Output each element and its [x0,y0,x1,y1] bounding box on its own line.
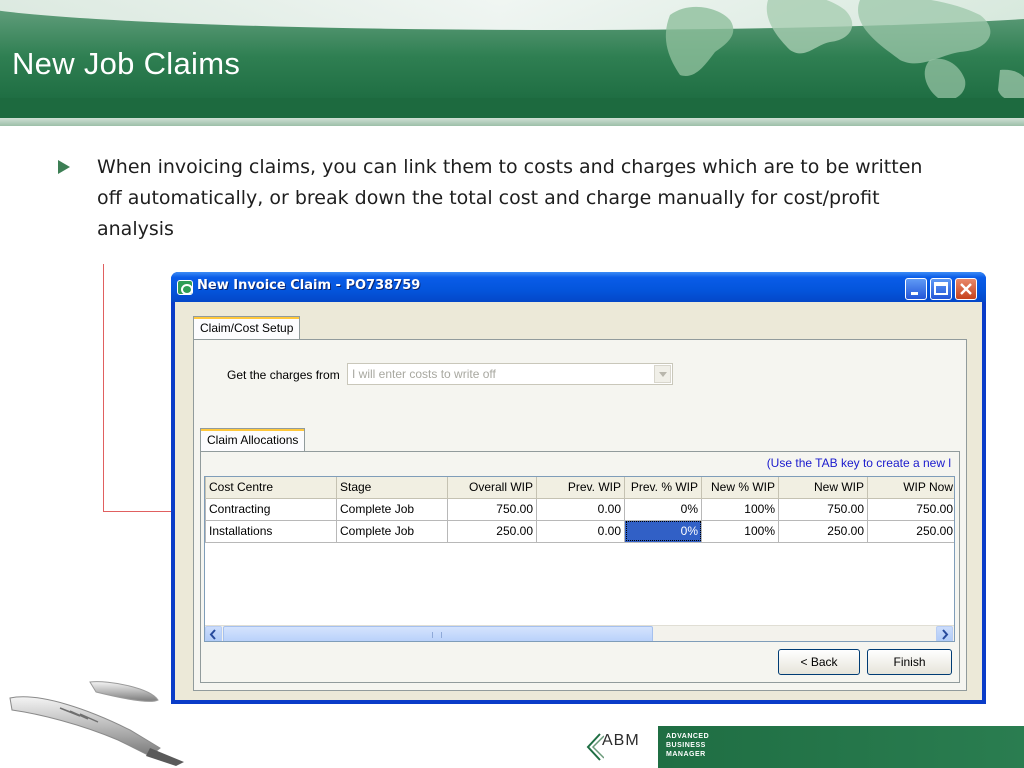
logo-chevron-icon [586,733,604,761]
cell-cost-centre[interactable]: Installations [205,520,337,543]
maximize-icon [934,282,948,295]
charges-from-select[interactable]: I will enter costs to write off [347,363,673,385]
app-icon [177,280,193,295]
cell-overall-wip[interactable]: 250.00 [447,520,537,543]
cell-prev-pct-wip[interactable]: 0% [624,498,702,521]
scroll-right-button[interactable] [936,626,953,641]
cell-cost-centre[interactable]: Contracting [205,498,337,521]
cell-wip-now[interactable]: 750.00 [867,498,954,521]
bullet-arrow-icon [58,160,70,174]
cell-new-pct-wip[interactable]: 100% [701,498,779,521]
table-row[interactable]: Installations Complete Job 250.00 0.00 0… [205,520,954,543]
invoice-claim-window: New Invoice Claim - PO738759 Claim/Cost … [171,272,986,704]
horizontal-scrollbar[interactable] [205,625,954,641]
cell-overall-wip[interactable]: 750.00 [447,498,537,521]
minimize-button[interactable] [905,278,927,300]
logo-mark: ABM [602,732,640,749]
allocations-grid: Cost Centre Stage Overall WIP Prev. WIP … [204,476,955,642]
column-header-cost-centre[interactable]: Cost Centre [205,477,337,499]
cell-prev-wip[interactable]: 0.00 [536,498,625,521]
cell-prev-wip[interactable]: 0.00 [536,520,625,543]
tab-key-hint: (Use the TAB key to create a new l [766,456,951,470]
logo-line-2: BUSINESS [666,742,706,749]
charges-from-value: I will enter costs to write off [352,367,496,381]
window-titlebar[interactable]: New Invoice Claim - PO738759 [171,272,986,302]
fountain-pen-graphic [9,681,184,766]
world-map-graphic [665,0,1024,101]
column-header-new-wip[interactable]: New WIP [778,477,868,499]
window-title: New Invoice Claim - PO738759 [197,278,421,293]
close-button[interactable] [955,278,977,300]
slide-header: New Job Claims [0,0,1024,126]
table-row[interactable]: Contracting Complete Job 750.00 0.00 0% … [205,498,954,521]
chevron-down-icon[interactable] [654,365,671,383]
bullet-text: When invoicing claims, you can link them… [97,156,923,240]
column-header-wip-now[interactable]: WIP Now [867,477,954,499]
window-client-area: Claim/Cost Setup Get the charges from I … [175,302,982,700]
tab-claim-cost-setup[interactable]: Claim/Cost Setup [193,316,301,340]
scroll-left-button[interactable] [205,626,222,641]
logo-line-3: MANAGER [666,751,706,758]
header-divider [0,118,1024,126]
logo-line-1: ADVANCED [666,733,710,740]
logo-wordmark: ADVANCED BUSINESS MANAGER [666,732,746,759]
callout-line-vertical [103,264,104,512]
slide-title: New Job Claims [12,46,241,81]
finish-button[interactable]: Finish [867,649,952,675]
table-header-row: Cost Centre Stage Overall WIP Prev. WIP … [205,477,954,499]
back-button[interactable]: < Back [778,649,860,675]
cell-new-wip[interactable]: 250.00 [778,520,868,543]
cell-stage[interactable]: Complete Job [336,520,448,543]
cell-wip-now[interactable]: 250.00 [867,520,954,543]
cell-prev-pct-wip-selected[interactable]: 0% [624,520,702,543]
charges-from-label: Get the charges from [227,368,340,382]
cell-new-wip[interactable]: 750.00 [778,498,868,521]
callout-line-horizontal [103,511,175,512]
column-header-stage[interactable]: Stage [336,477,448,499]
column-header-prev-wip[interactable]: Prev. WIP [536,477,625,499]
minimize-icon [911,292,918,295]
chevron-right-icon [942,629,949,640]
tab-claim-allocations[interactable]: Claim Allocations [200,428,306,452]
maximize-button[interactable] [930,278,952,300]
column-header-overall-wip[interactable]: Overall WIP [447,477,537,499]
chevron-left-icon [209,629,216,640]
scrollbar-thumb[interactable] [223,626,653,641]
column-header-prev-pct-wip[interactable]: Prev. % WIP [624,477,702,499]
header-band [0,98,1024,118]
cell-stage[interactable]: Complete Job [336,498,448,521]
cell-new-pct-wip[interactable]: 100% [701,520,779,543]
allocations-table: Cost Centre Stage Overall WIP Prev. WIP … [205,477,954,543]
close-icon [960,283,972,295]
abm-logo: ABM ADVANCED BUSINESS MANAGER [584,724,1024,768]
column-header-new-pct-wip[interactable]: New % WIP [701,477,779,499]
